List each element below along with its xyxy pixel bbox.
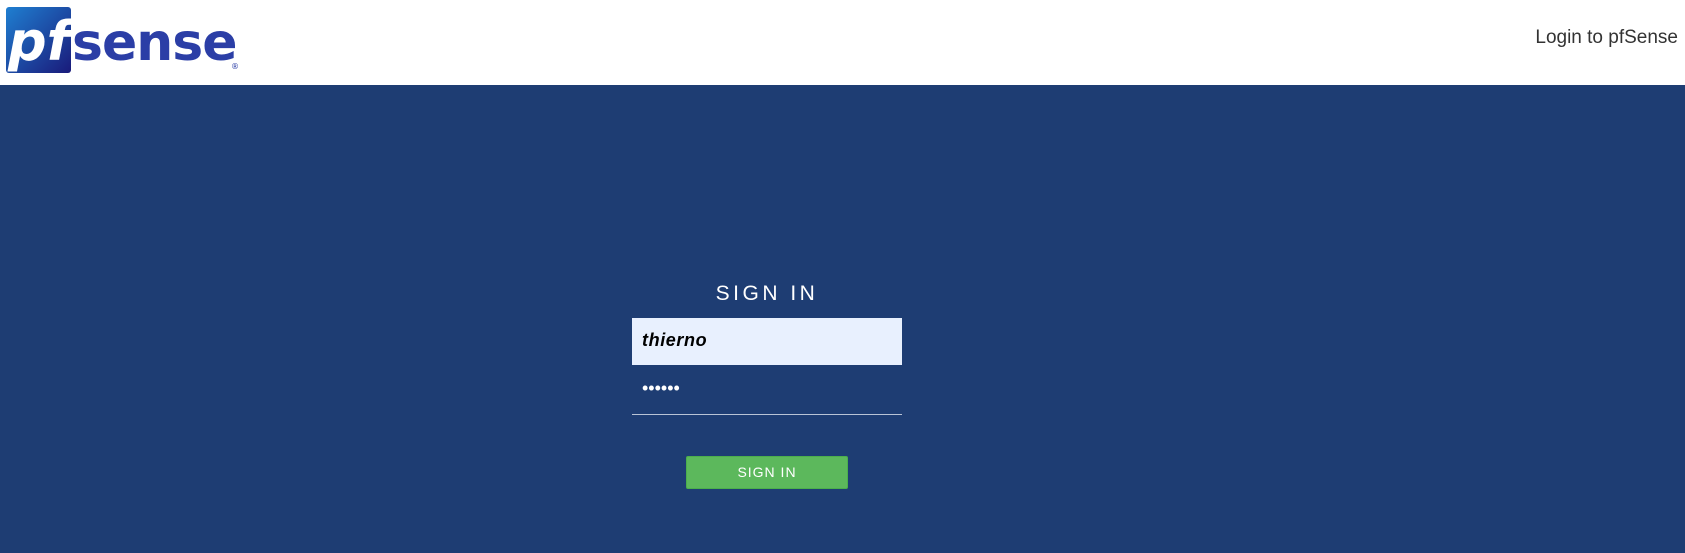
sign-in-button[interactable]: SIGN IN	[686, 456, 848, 489]
pfsense-logo[interactable]: pf sense ®	[6, 7, 238, 73]
logo-sense-text: sense	[72, 13, 236, 73]
login-form: SIGN IN thierno •••••• SIGN IN	[632, 280, 902, 489]
logo-pf-text: pf	[7, 10, 77, 73]
login-heading: SIGN IN	[715, 282, 819, 305]
header-title: Login to pfSense	[1535, 27, 1678, 48]
pfsense-logo-graphic: pf sense ®	[6, 7, 238, 73]
username-field[interactable]: thierno	[632, 318, 902, 365]
password-masked-value: ••••••	[642, 378, 680, 398]
username-value: thierno	[642, 330, 708, 350]
top-header: pf sense ® Login to pfSense	[0, 0, 1685, 85]
login-page: pf sense ® Login to pfSense SIGN IN thie…	[0, 0, 1685, 553]
logo-registered-mark: ®	[231, 62, 238, 71]
password-field[interactable]: ••••••	[632, 368, 902, 415]
